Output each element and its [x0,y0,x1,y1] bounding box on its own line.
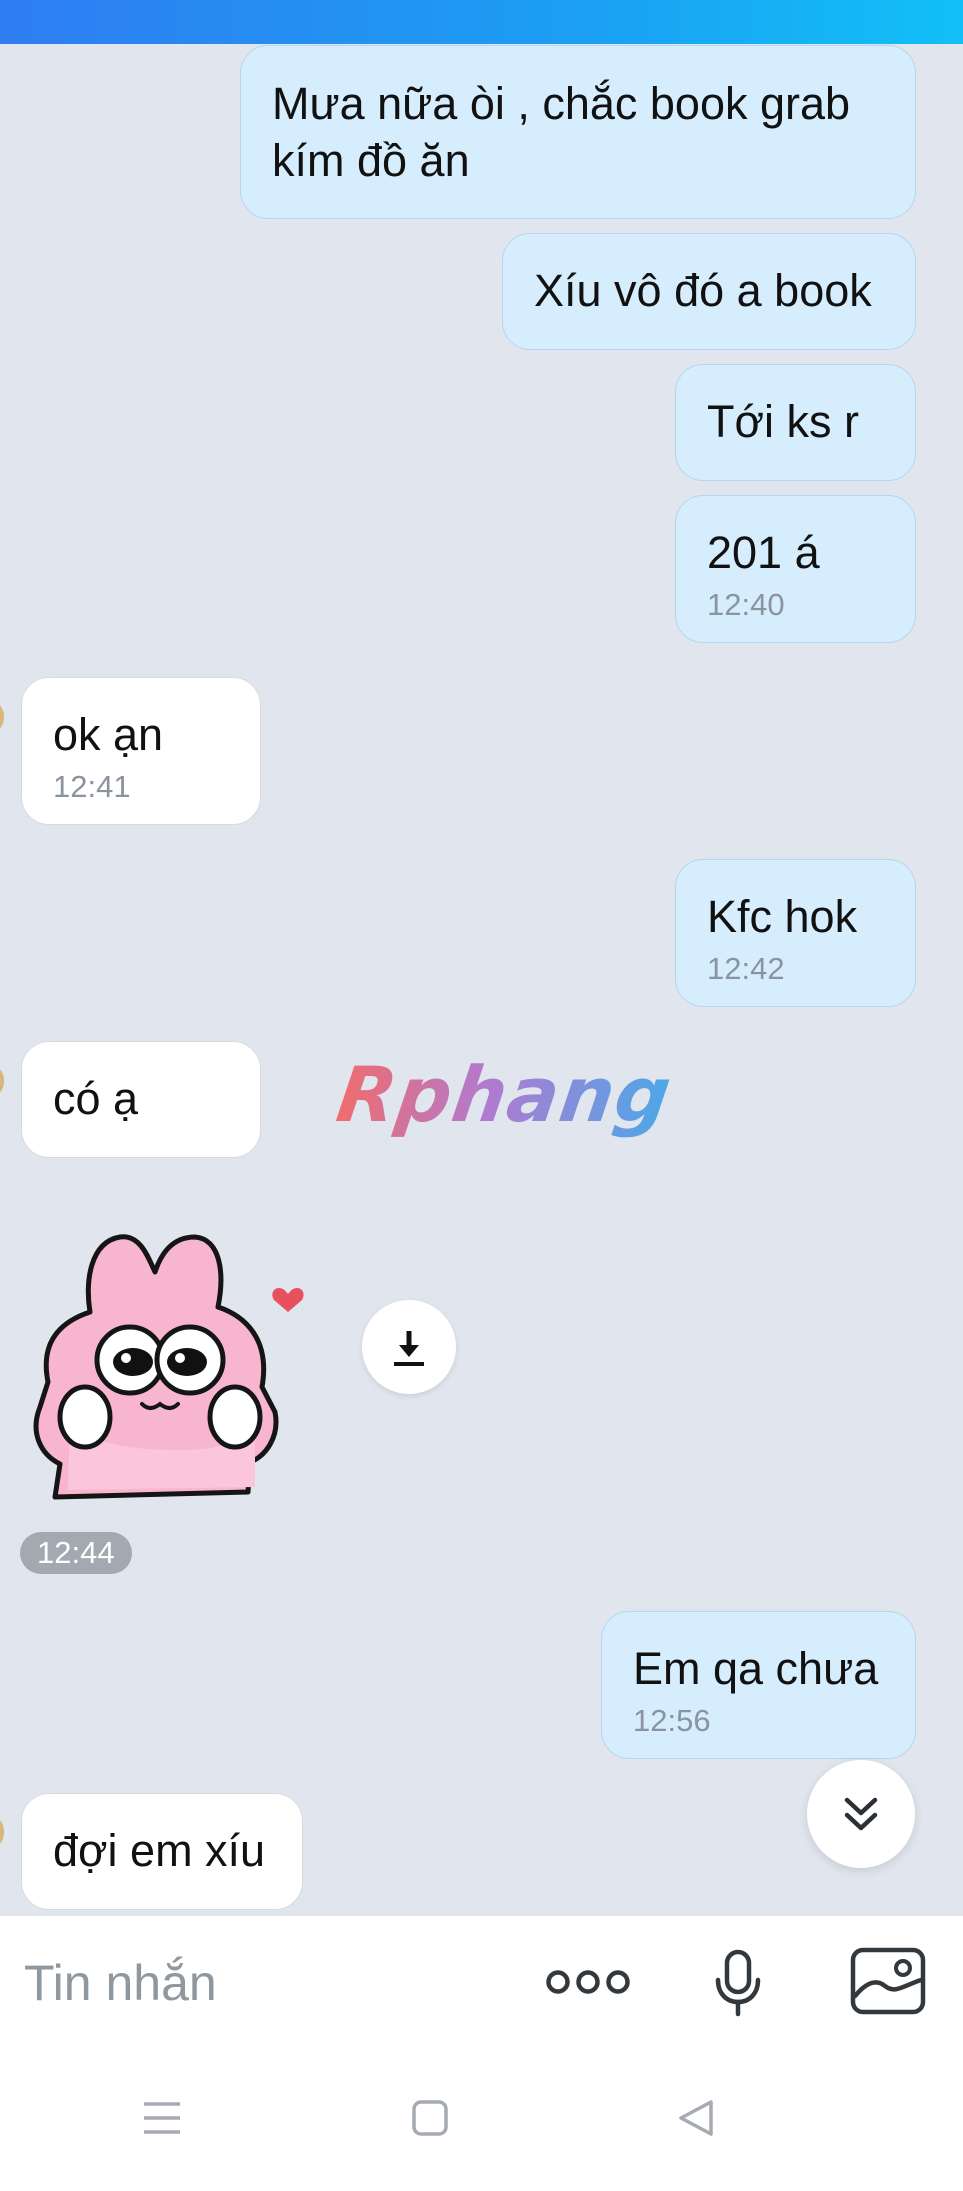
avatar[interactable] [0,1064,4,1098]
message-bubble-received[interactable]: ok ạn 12:41 [21,677,261,825]
timestamp-pill: 12:44 [20,1532,132,1574]
nav-menu-button[interactable] [136,2095,188,2141]
message-bubble-sent[interactable]: Mưa nữa òi , chắc book grab kím đồ ăn [240,45,916,219]
system-navigation-bar [0,2047,963,2191]
message-input[interactable] [22,1946,506,2020]
avatar[interactable] [0,1815,4,1849]
message-time: 12:42 [707,951,785,986]
scroll-to-bottom-button[interactable] [807,1760,915,1868]
sticker-glint-right [175,1353,185,1363]
back-triangle-icon [679,2100,713,2136]
home-square-icon [412,2100,448,2136]
sticker-pupil-left [113,1348,153,1376]
more-button[interactable] [540,1949,635,2015]
menu-icon [144,2102,180,2134]
message-text: Kfc hok [707,891,858,942]
message-bubble-sent[interactable]: Em qa chưa 12:56 [601,1611,916,1759]
message-bubble-sent[interactable]: Xíu vô đó a book [502,233,916,350]
message-time: 12:40 [707,587,785,622]
heart-icon [272,1287,304,1312]
sticker-pink-bunny[interactable] [30,1212,335,1507]
download-button[interactable] [362,1300,456,1394]
message-composer [0,1915,963,2048]
sticker-glint-left [121,1353,131,1363]
nav-back-button[interactable] [672,2095,720,2141]
message-text: Mưa nữa òi , chắc book grab kím đồ ăn [272,78,851,186]
message-bubble-received[interactable]: có ạ [21,1041,261,1158]
voice-button[interactable] [703,1941,773,2025]
microphone-icon [715,1949,761,2017]
download-icon [394,1331,424,1366]
message-text: 201 á [707,527,820,578]
message-bubble-received[interactable]: đợi em xíu [21,1793,303,1910]
watermark-logo: Rphang [331,1050,678,1139]
double-chevron-down-icon [844,1797,878,1831]
message-text: ok ạn [53,709,164,760]
more-dots-icon [545,1970,630,1994]
message-text: có ạ [53,1073,139,1124]
message-time: 12:41 [53,769,131,804]
message-text: Xíu vô đó a book [534,265,872,316]
sticker-paw-left [57,1384,113,1450]
image-button[interactable] [844,1939,932,2023]
avatar[interactable] [0,700,4,734]
sticker-pupil-right [167,1348,207,1376]
image-icon [850,1947,926,2015]
message-bubble-sent[interactable]: 201 á 12:40 [675,495,916,643]
message-bubble-sent[interactable]: Kfc hok 12:42 [675,859,916,1007]
message-time: 12:56 [633,1703,711,1738]
sticker-paw-right [207,1384,263,1450]
nav-home-button[interactable] [406,2095,454,2141]
message-text: Tới ks r [707,396,859,447]
header-bar [0,0,963,44]
message-text: Em qa chưa [633,1643,879,1694]
message-text: đợi em xíu [53,1825,266,1876]
message-bubble-sent[interactable]: Tới ks r [675,364,916,481]
